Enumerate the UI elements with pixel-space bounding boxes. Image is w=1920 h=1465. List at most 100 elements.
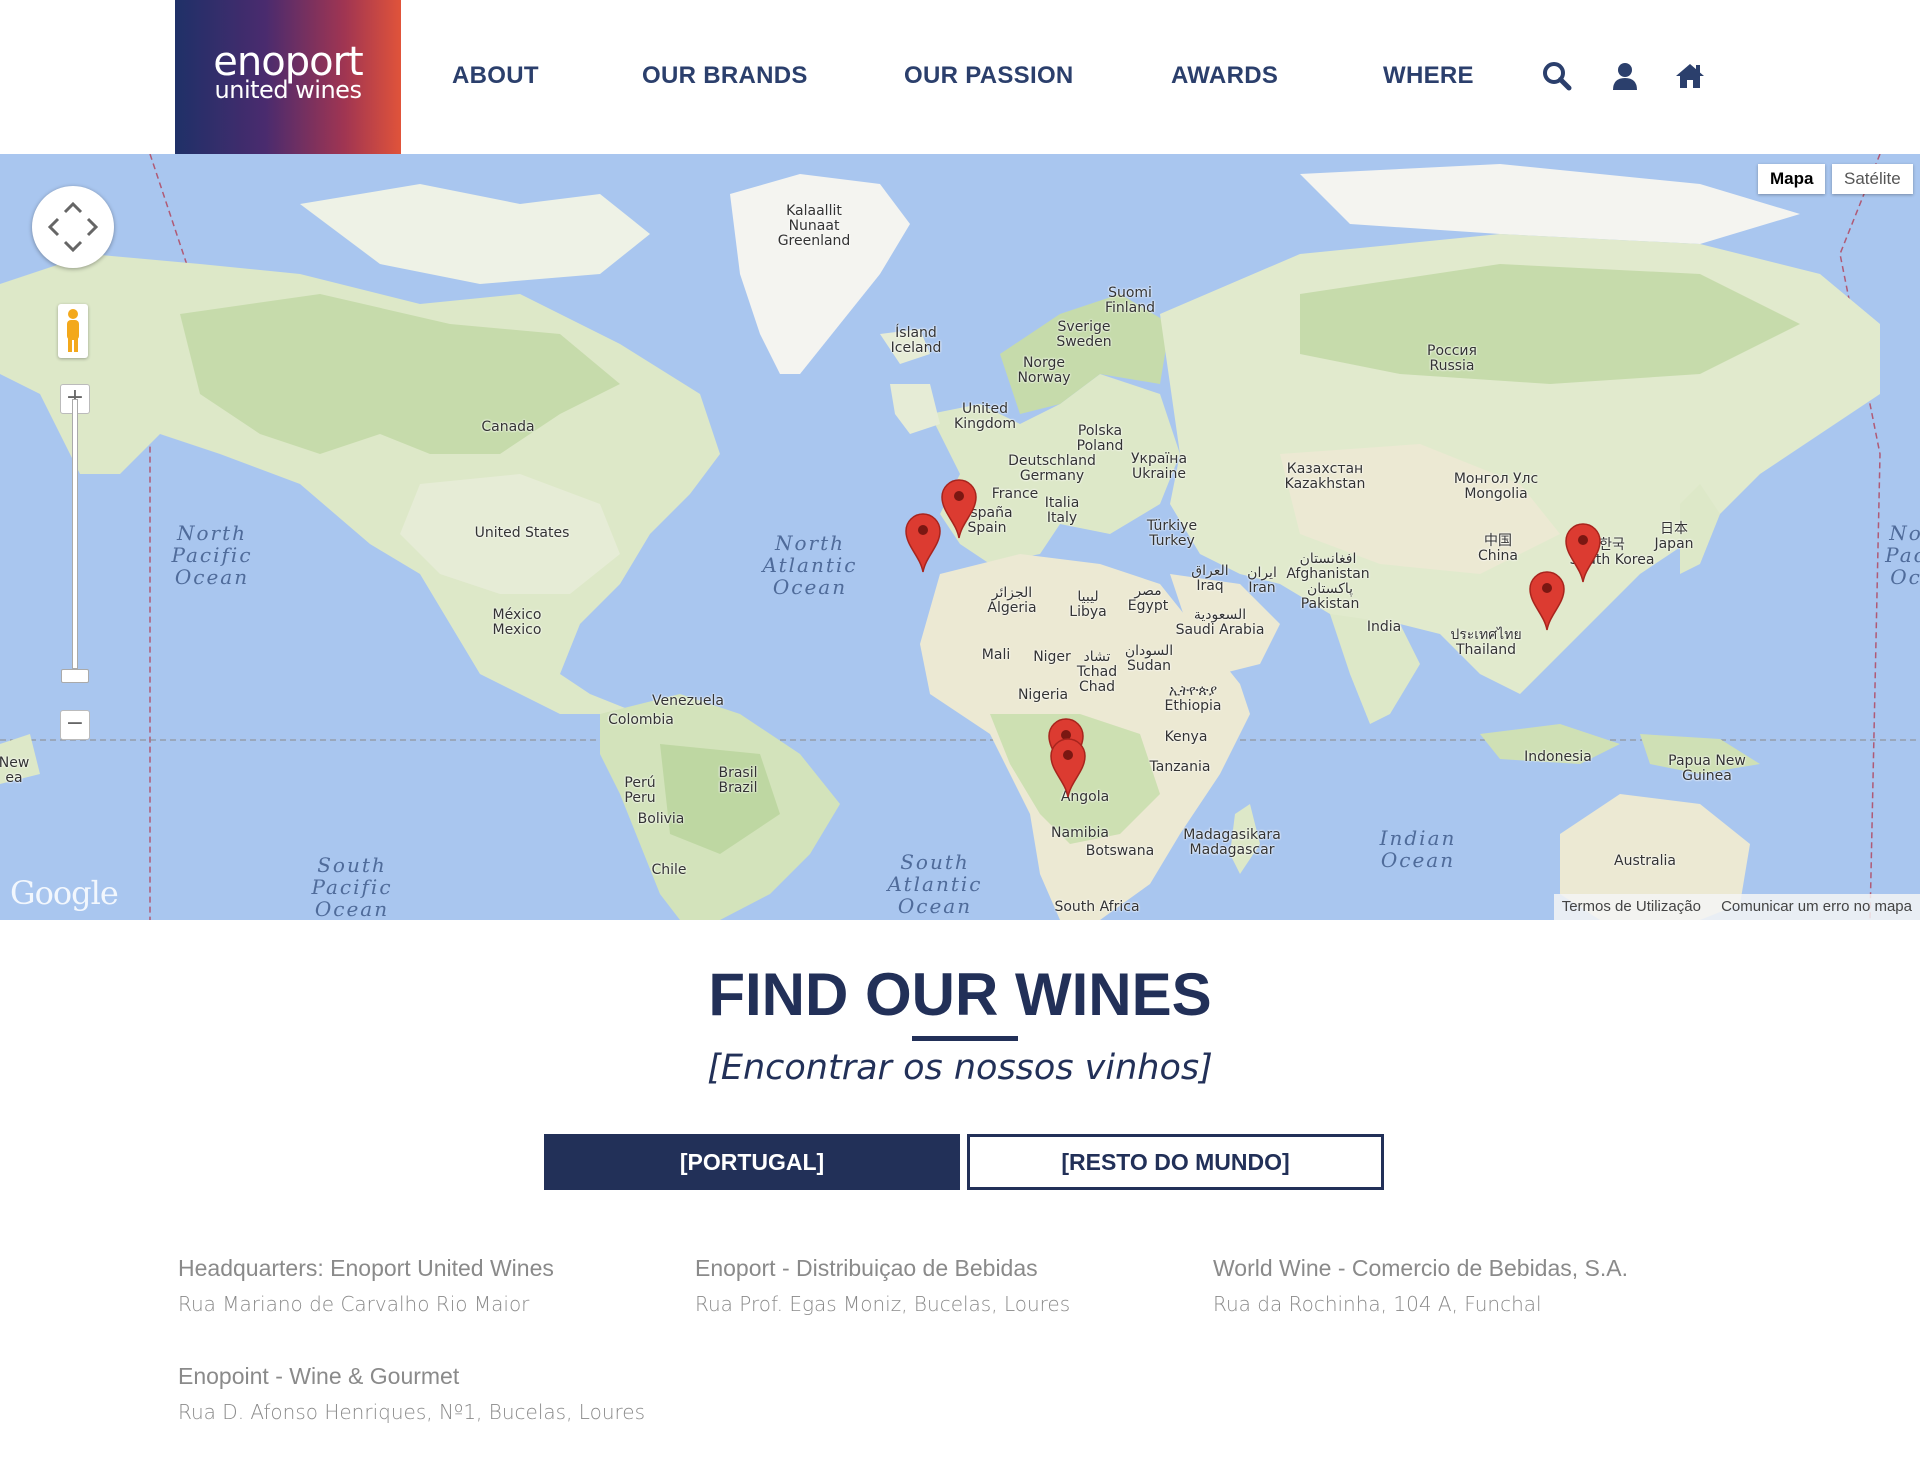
place-label: الجزائر Algeria — [987, 585, 1037, 616]
place-label: Ísland Iceland — [890, 325, 942, 356]
report-error-link[interactable]: Comunicar um erro no mapa — [1713, 898, 1920, 915]
location-name[interactable]: Enoport - Distribuiçao de Bebidas — [695, 1255, 1070, 1282]
place-label: تشاد Tchad Chad — [1076, 649, 1118, 695]
place-label: Namibia — [1051, 825, 1109, 841]
terms-link[interactable]: Termos de Utilização — [1554, 898, 1709, 915]
google-logo: Google — [10, 874, 119, 912]
place-label: مصر Egypt — [1127, 583, 1169, 614]
place-label: Bolivia — [637, 811, 685, 827]
nav-where[interactable]: WHERE — [1383, 62, 1474, 90]
world-map[interactable]: North Pacific Ocean North Atlantic Ocean… — [0, 154, 1920, 920]
place-label: Tanzania — [1149, 759, 1211, 775]
place-label: السودان Sudan — [1124, 643, 1174, 674]
place-label: ኢትዮጵያ Ethiopia — [1164, 683, 1222, 714]
place-label: ایران Iran — [1247, 565, 1277, 596]
tab-portugal[interactable]: [PORTUGAL] — [544, 1134, 960, 1190]
page-subtitle: [Encontrar os nossos vinhos] — [707, 1048, 1213, 1088]
map-marker[interactable] — [940, 478, 978, 540]
ocean-label: South Pacific Ocean — [311, 853, 393, 920]
location-name[interactable]: World Wine - Comercio de Bebidas, S.A. — [1213, 1255, 1628, 1282]
place-label: Papua New Guinea — [1668, 753, 1746, 784]
place-label: Perú Peru — [624, 775, 656, 806]
place-label: 中国 China — [1478, 533, 1518, 564]
ocean-label: No Pac Oc — [1885, 521, 1920, 589]
zoom-slider-handle[interactable] — [61, 669, 89, 683]
place-label: Niger — [1033, 649, 1071, 665]
location-item: Enopoint - Wine & Gourmet Rua D. Afonso … — [178, 1363, 645, 1424]
place-label: Colombia — [608, 712, 674, 728]
place-label: Australia — [1614, 853, 1676, 869]
map-footer: Termos de Utilização Comunicar um erro n… — [1553, 894, 1920, 920]
home-icon[interactable] — [1674, 60, 1706, 92]
place-label: Polska Poland — [1076, 423, 1124, 454]
place-label: Norge Norway — [1017, 355, 1071, 386]
map-marker[interactable] — [1564, 522, 1602, 584]
nav-about[interactable]: ABOUT — [452, 62, 539, 90]
place-label: New ea — [0, 755, 30, 786]
page-title: FIND OUR WINES — [708, 961, 1212, 1028]
nav-our-passion[interactable]: OUR PASSION — [904, 62, 1074, 90]
place-label: Россия Russia — [1427, 343, 1477, 374]
nav-awards[interactable]: AWARDS — [1171, 62, 1278, 90]
place-label: Botswana — [1085, 843, 1155, 859]
logo-tagline: united wines — [214, 76, 362, 104]
ocean-label: South Atlantic Ocean — [887, 850, 983, 918]
place-label: Türkiye Turkey — [1146, 518, 1198, 549]
place-label: United Kingdom — [954, 401, 1016, 432]
nav-our-brands[interactable]: OUR BRANDS — [642, 62, 808, 90]
place-label: United States — [474, 525, 570, 541]
place-label: ประเทศไทย Thailand — [1450, 627, 1522, 658]
ocean-label: North Atlantic Ocean — [762, 531, 858, 599]
map-marker[interactable] — [1528, 570, 1566, 632]
place-label: Suomi Finland — [1104, 285, 1156, 316]
place-label: Deutschland Germany — [1008, 453, 1096, 484]
place-label: 日本 Japan — [1654, 521, 1694, 552]
place-label: Україна Ukraine — [1130, 451, 1188, 482]
location-address: Rua Mariano de Carvalho Rio Maior — [178, 1292, 530, 1316]
place-label: Казахстан Kazakhstan — [1284, 461, 1366, 492]
place-label: Indonesia — [1524, 749, 1592, 765]
place-label: Madagasikara Madagascar — [1183, 827, 1281, 858]
user-icon[interactable] — [1609, 60, 1641, 92]
place-label: Venezuela — [652, 693, 724, 709]
site-header: enoport united wines ABOUT OUR BRANDS OU… — [0, 0, 1920, 154]
tab-resto-do-mundo[interactable]: [RESTO DO MUNDO] — [967, 1134, 1384, 1190]
map-marker[interactable] — [1049, 737, 1087, 799]
place-label: ليبيا Libya — [1069, 589, 1107, 620]
place-label: العراق Iraq — [1191, 563, 1229, 594]
place-label: پاکستان Pakistan — [1300, 581, 1360, 612]
zoom-slider-track[interactable] — [72, 399, 78, 669]
place-label: Italia Italy — [1044, 495, 1080, 526]
map-type-satellite-button[interactable]: Satélite — [1832, 164, 1913, 194]
map-type-map-button[interactable]: Mapa — [1758, 164, 1826, 194]
location-address: Rua da Rochinha, 104 A, Funchal — [1213, 1292, 1542, 1316]
location-address: Rua D. Afonso Henriques, Nº1, Bucelas, L… — [178, 1400, 646, 1424]
location-address: Rua Prof. Egas Moniz, Bucelas, Loures — [695, 1292, 1071, 1316]
location-item: Headquarters: Enoport United Wines Rua M… — [178, 1255, 554, 1316]
map-pan-control[interactable] — [32, 186, 114, 268]
location-item: Enoport - Distribuiçao de Bebidas Rua Pr… — [695, 1255, 1070, 1316]
location-name[interactable]: Enopoint - Wine & Gourmet — [178, 1363, 645, 1390]
location-item: World Wine - Comercio de Bebidas, S.A. R… — [1213, 1255, 1628, 1316]
place-label: México Mexico — [492, 607, 542, 638]
place-label: Chile — [651, 862, 687, 878]
place-label: Nigeria — [1017, 687, 1069, 703]
place-label: Kalaallit Nunaat Greenland — [777, 203, 851, 249]
place-label: Mali — [981, 647, 1011, 663]
ocean-label: Indian Ocean — [1379, 826, 1457, 872]
street-view-pegman-icon[interactable] — [58, 304, 88, 358]
zoom-out-button[interactable]: − — [60, 710, 90, 740]
search-icon[interactable] — [1541, 60, 1573, 92]
place-label: Kenya — [1164, 729, 1208, 745]
place-label: Sverige Sweden — [1056, 319, 1112, 350]
title-underline — [912, 1036, 1018, 1041]
place-label: India — [1366, 619, 1402, 635]
ocean-label: North Pacific Ocean — [171, 521, 253, 589]
place-label: Brasil Brazil — [718, 765, 758, 796]
enoport-logo[interactable]: enoport united wines — [175, 0, 401, 154]
place-label: السعودية Saudi Arabia — [1175, 607, 1265, 638]
place-label: France — [991, 486, 1039, 502]
map-marker[interactable] — [904, 512, 942, 574]
place-label: افغانستان Afghanistan — [1286, 551, 1370, 582]
location-name[interactable]: Headquarters: Enoport United Wines — [178, 1255, 554, 1282]
